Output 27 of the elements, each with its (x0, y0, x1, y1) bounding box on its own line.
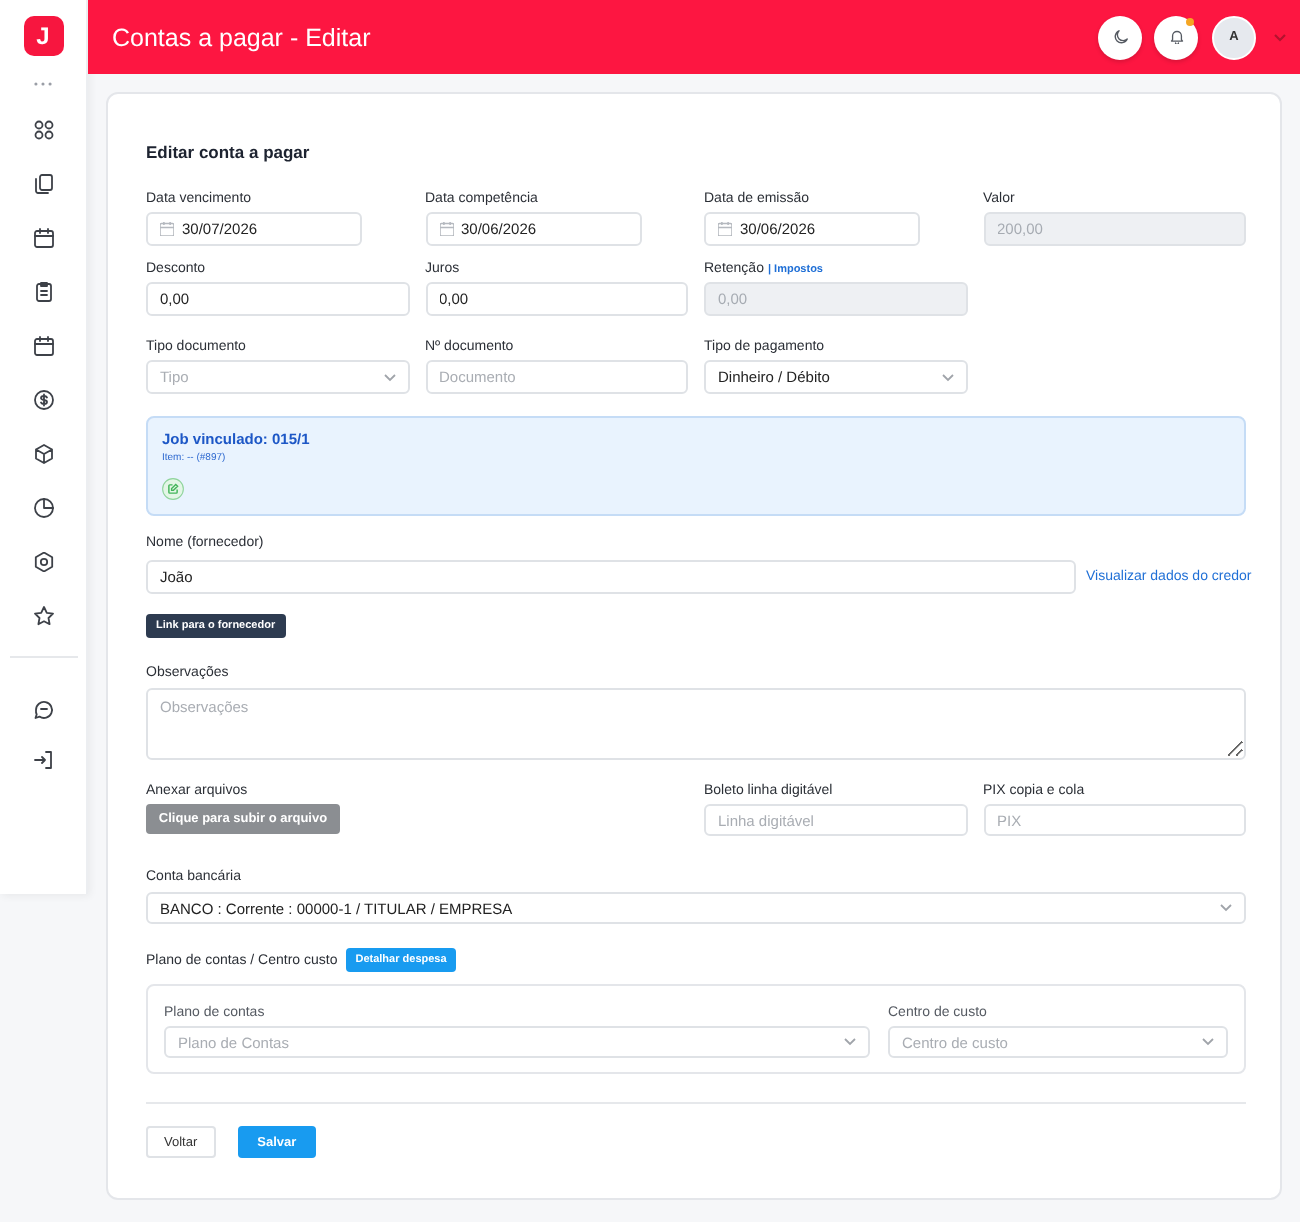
grid-icon[interactable] (33, 120, 53, 140)
bell-icon (1169, 30, 1183, 44)
page-title: Contas a pagar - Editar (112, 23, 371, 51)
notifications-button[interactable] (1154, 15, 1198, 59)
calendar-icon (160, 222, 174, 236)
theme-toggle-button[interactable] (1098, 15, 1142, 59)
moon-icon (1113, 30, 1127, 44)
app-logo[interactable]: J (23, 16, 63, 56)
chat-icon[interactable] (33, 700, 53, 720)
form-title: Editar conta a pagar (146, 142, 312, 162)
star-icon[interactable] (33, 606, 53, 626)
calendar-icon (439, 222, 453, 236)
cube-icon[interactable] (33, 444, 53, 464)
clipboard-icon[interactable] (33, 282, 53, 302)
dollar-coin-icon[interactable] (33, 390, 53, 410)
logout-icon[interactable] (33, 750, 53, 770)
calendar-icon (718, 222, 732, 236)
documents-icon[interactable] (33, 174, 53, 194)
chevron-down-icon (383, 373, 395, 381)
chevron-down-icon (1202, 1038, 1214, 1046)
calendar-icon[interactable] (33, 228, 53, 248)
calendar-icon[interactable] (33, 336, 53, 356)
chevron-down-icon (941, 373, 953, 381)
chevron-down-icon (844, 1038, 856, 1046)
pie-chart-icon[interactable] (33, 498, 53, 518)
settings-icon[interactable] (33, 552, 53, 572)
chevron-down-icon (1220, 904, 1232, 912)
